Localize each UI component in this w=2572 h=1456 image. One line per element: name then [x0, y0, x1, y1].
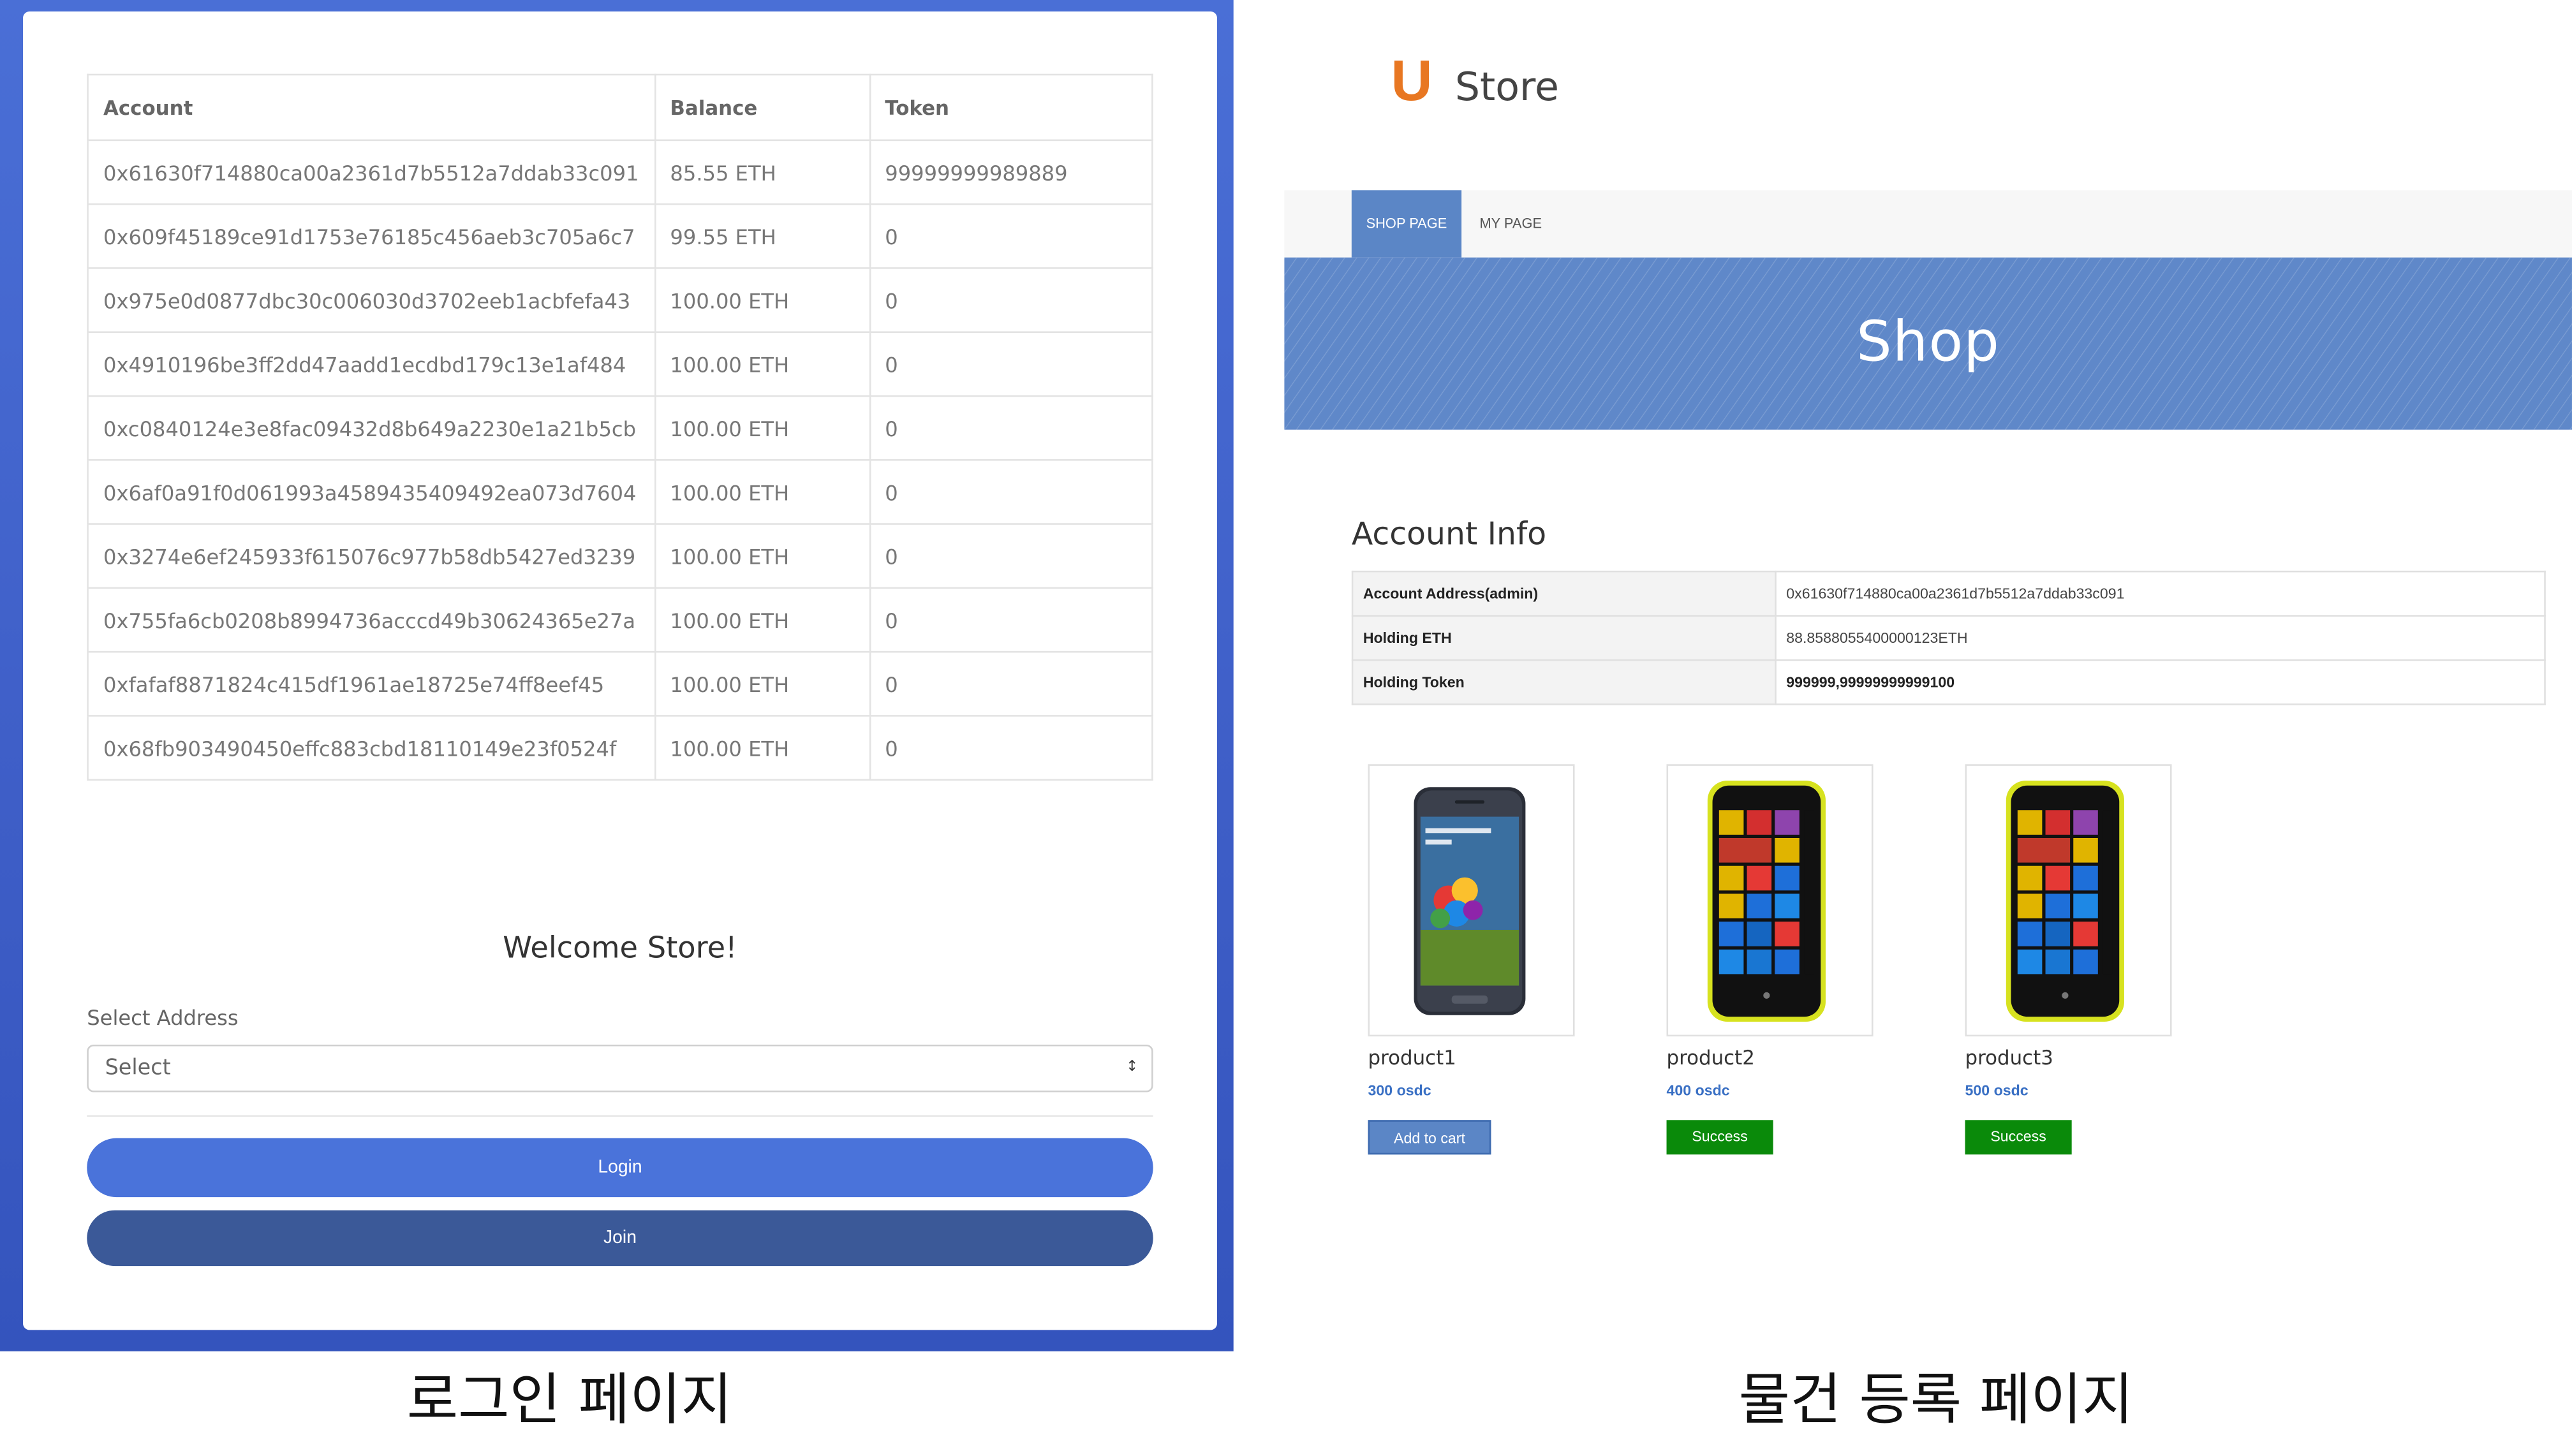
- token-cell: 0: [868, 267, 1153, 333]
- login-card: Account Balance Token 0x61630f714880ca00…: [22, 11, 1217, 1330]
- join-button[interactable]: Join: [87, 1210, 1153, 1267]
- account-cell: 0x755fa6cb0208b8994736acccd49b30624365e2…: [87, 587, 656, 653]
- balance-cell: 100.00 ETH: [653, 267, 871, 333]
- welcome-heading: Welcome Store!: [503, 931, 737, 966]
- product-image[interactable]: [1666, 764, 1874, 1037]
- balance-cell: 100.00 ETH: [653, 395, 871, 461]
- table-row: Holding ETH 88.8588055400000123ETH: [1351, 615, 2546, 661]
- token-cell: 0: [868, 331, 1153, 397]
- product-name[interactable]: product1: [1368, 1047, 1456, 1070]
- product-price: 500 osdc: [1965, 1082, 2029, 1099]
- token-cell: 0: [868, 203, 1153, 269]
- account-cell: 0x61630f714880ca00a2361d7b5512a7ddab33c0…: [87, 139, 656, 205]
- balance-cell: 100.00 ETH: [653, 331, 871, 397]
- select-arrows-icon: ↕: [1126, 1059, 1139, 1076]
- login-page-frame: Account Balance Token 0x61630f714880ca00…: [0, 0, 1234, 1351]
- divider: [87, 1115, 1153, 1117]
- add-to-cart-button[interactable]: Add to cart: [1368, 1120, 1491, 1155]
- account-cell: 0x975e0d0877dbc30c006030d3702eeb1acbfefa…: [87, 267, 656, 333]
- table-row: 0x61630f714880ca00a2361d7b5512a7ddab33c0…: [87, 139, 1153, 205]
- product-name[interactable]: product2: [1667, 1047, 1755, 1070]
- balance-cell: 100.00 ETH: [653, 523, 871, 589]
- tab-shop-page[interactable]: SHOP PAGE: [1351, 190, 1462, 258]
- balance-cell: 99.55 ETH: [653, 203, 871, 269]
- success-button[interactable]: Success: [1965, 1120, 2072, 1155]
- account-cell: 0x6af0a91f0d061993a4589435409492ea073d76…: [87, 459, 656, 525]
- info-value: 88.8588055400000123ETH: [1775, 615, 2546, 661]
- login-button[interactable]: Login: [87, 1138, 1153, 1198]
- samsung-phone-icon: [1414, 787, 1526, 1015]
- table-row: 0xc0840124e3e8fac09432d8b649a2230e1a21b5…: [87, 395, 1153, 461]
- account-cell: 0x68fb903490450effc883cbd18110149e23f052…: [87, 715, 656, 781]
- token-cell: 0: [868, 395, 1153, 461]
- store-page-caption: 물건 등록 페이지: [1738, 1367, 2134, 1434]
- nav-bar: SHOP PAGE MY PAGE: [1284, 190, 2572, 258]
- table-header-row: Account Balance Token: [87, 73, 1153, 142]
- product-price: 400 osdc: [1666, 1082, 1730, 1099]
- table-row: 0x3274e6ef245933f615076c977b58db5427ed32…: [87, 523, 1153, 589]
- lumia-phone-icon: [1707, 780, 1826, 1022]
- select-address-label: Select Address: [87, 1005, 239, 1030]
- product-name[interactable]: product3: [1965, 1047, 2053, 1070]
- balance-cell: 100.00 ETH: [653, 715, 871, 781]
- balance-cell: 100.00 ETH: [653, 587, 871, 653]
- logo-letter: U: [1391, 49, 1433, 114]
- token-cell: 0: [868, 523, 1153, 589]
- table-row: Account Address(admin) 0x61630f714880ca0…: [1351, 570, 2546, 617]
- lumia-phone-icon: [2006, 780, 2124, 1022]
- account-cell: 0x3274e6ef245933f615076c977b58db5427ed32…: [87, 523, 656, 589]
- account-info-heading: Account Info: [1351, 516, 1547, 553]
- account-info-table: Account Address(admin) 0x61630f714880ca0…: [1351, 570, 2546, 705]
- screenshot-scene: Account Balance Token 0x61630f714880ca00…: [0, 0, 2572, 1443]
- info-key: Holding Token: [1351, 659, 1777, 705]
- table-row: 0x4910196be3ff2dd47aadd1ecdbd179c13e1af4…: [87, 331, 1153, 397]
- info-key: Account Address(admin): [1351, 570, 1777, 617]
- table-row: 0x6af0a91f0d061993a4589435409492ea073d76…: [87, 459, 1153, 525]
- account-cell: 0x609f45189ce91d1753e76185c456aeb3c705a6…: [87, 203, 656, 269]
- header-balance: Balance: [653, 73, 871, 142]
- success-button[interactable]: Success: [1666, 1120, 1773, 1155]
- banner-title: Shop: [1856, 309, 2000, 376]
- table-row: 0x609f45189ce91d1753e76185c456aeb3c705a6…: [87, 203, 1153, 269]
- tab-my-page[interactable]: MY PAGE: [1468, 190, 1553, 257]
- balance-cell: 100.00 ETH: [653, 459, 871, 525]
- product-image[interactable]: [1965, 764, 2172, 1037]
- token-cell: 0: [868, 459, 1153, 525]
- info-value: 0x61630f714880ca00a2361d7b5512a7ddab33c0…: [1775, 570, 2546, 617]
- token-cell: 0: [868, 715, 1153, 781]
- table-row: 0x68fb903490450effc883cbd18110149e23f052…: [87, 715, 1153, 781]
- token-cell: 99999999989889: [868, 139, 1153, 205]
- token-cell: 0: [868, 651, 1153, 717]
- account-cell: 0xfafaf8871824c415df1961ae18725e74ff8eef…: [87, 651, 656, 717]
- account-cell: 0x4910196be3ff2dd47aadd1ecdbd179c13e1af4…: [87, 331, 656, 397]
- table-row: 0xfafaf8871824c415df1961ae18725e74ff8eef…: [87, 651, 1153, 717]
- table-row: 0x755fa6cb0208b8994736acccd49b30624365e2…: [87, 587, 1153, 653]
- balance-cell: 100.00 ETH: [653, 651, 871, 717]
- login-page-caption: 로그인 페이지: [406, 1367, 733, 1434]
- shop-banner: Shop: [1284, 257, 2572, 430]
- account-cell: 0xc0840124e3e8fac09432d8b649a2230e1a21b5…: [87, 395, 656, 461]
- product-image[interactable]: [1368, 764, 1575, 1037]
- token-cell: 0: [868, 587, 1153, 653]
- table-row: Holding Token 999999,99999999999100: [1351, 659, 2546, 705]
- info-key: Holding ETH: [1351, 615, 1777, 661]
- logo-text: Store: [1454, 64, 1559, 110]
- address-select[interactable]: Select ↕: [87, 1044, 1153, 1092]
- address-select-value: Select: [105, 1055, 171, 1081]
- accounts-table: Account Balance Token 0x61630f714880ca00…: [87, 73, 1153, 781]
- balance-cell: 85.55 ETH: [653, 139, 871, 205]
- info-value: 999999,99999999999100: [1775, 659, 2546, 705]
- header-token: Token: [868, 73, 1153, 142]
- product-price: 300 osdc: [1368, 1082, 1431, 1099]
- header-account: Account: [87, 73, 656, 142]
- table-row: 0x975e0d0877dbc30c006030d3702eeb1acbfefa…: [87, 267, 1153, 333]
